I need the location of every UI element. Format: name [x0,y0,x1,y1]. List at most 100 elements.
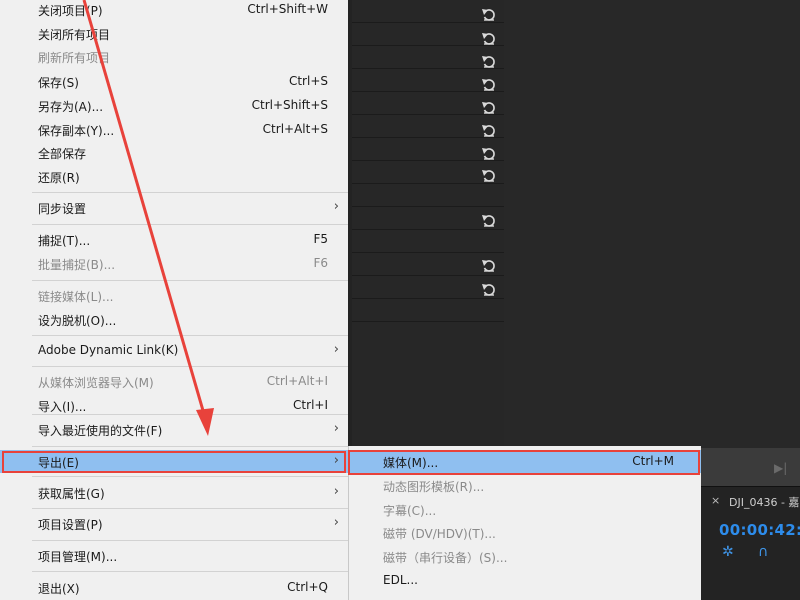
chevron-right-icon: › [333,515,339,530]
menu-separator [32,446,348,447]
menu-item[interactable]: 退出(X) Ctrl+Q [0,576,348,599]
menu-item-shortcut: Ctrl+Q [287,580,328,594]
submenu-item[interactable]: 动态图形模板(R)... [349,474,701,497]
menu-item[interactable]: 从媒体浏览器导入(M) Ctrl+Alt+I [0,370,348,393]
menu-item[interactable]: 导入最近使用的文件(F) › [0,418,348,441]
menu-separator [32,366,348,367]
menu-item[interactable]: 关闭项目(P) Ctrl+Shift+W [0,0,348,21]
menu-item-label: 链接媒体(L)... [38,290,114,304]
chevron-right-icon: › [333,484,339,499]
menu-item[interactable]: 还原(R) [0,165,348,188]
menu-item[interactable]: 关闭所有项目 [0,22,348,45]
menu-item[interactable]: 导入(I)... Ctrl+I [0,394,348,417]
menu-separator [32,540,348,541]
menu-item[interactable]: 保存副本(Y)... Ctrl+Alt+S [0,118,348,141]
timecode-display[interactable]: 00:00:42:5 [719,521,800,539]
menu-item-label: 批量捕捉(B)... [38,258,116,272]
panel-toolbar: ▶| [700,448,800,487]
undo-icon[interactable] [481,100,497,116]
menu-item-shortcut: Ctrl+Alt+I [266,374,328,388]
menu-separator [32,224,348,225]
table-row [352,184,504,207]
play-to-out-icon[interactable]: ▶| [774,461,787,475]
submenu-item[interactable]: 磁带 (DV/HDV)(T)... [349,521,701,544]
menu-item-label: 另存为(A)... [38,100,104,114]
undo-icon[interactable] [481,54,497,70]
chevron-right-icon: › [333,342,339,357]
menu-item-label: Adobe Dynamic Link(K) [38,343,179,357]
menu-item-label: 磁带 (DV/HDV)(T)... [383,527,496,541]
undo-icon[interactable] [481,213,497,229]
menu-item-label: 还原(R) [38,171,80,185]
table-row [352,230,504,253]
undo-icon[interactable] [481,123,497,139]
menu-item[interactable]: 项目设置(P) › [0,512,348,535]
menu-separator [32,335,348,336]
menu-separator [32,571,348,572]
menu-item-label: 设为脱机(O)... [38,314,117,328]
program-monitor: × DJI_0436 - 嘉 00:00:42:5 ✲ ∩ [700,487,800,600]
menu-separator [32,192,348,193]
menu-item-label: 导入最近使用的文件(F) [38,424,163,438]
menu-item-label: 同步设置 [38,202,87,216]
file-menu: 关闭项目(P) Ctrl+Shift+W 关闭所有项目 刷新所有项目 保存(S) Ctrl… [0,0,348,600]
monitor-tab-title: DJI_0436 - 嘉 [729,496,800,509]
menu-item[interactable]: 批量捕捉(B)... F6 [0,252,348,275]
menu-item-shortcut: Ctrl+I [293,398,328,412]
menu-separator [32,508,348,509]
menu-item-shortcut: Ctrl+Shift+S [251,98,328,112]
monitor-tab[interactable]: × DJI_0436 - 嘉 [700,487,800,513]
menu-item-label: 关闭所有项目 [38,28,111,42]
menu-item[interactable]: 捕捉(T)... F5 [0,228,348,251]
undo-icon[interactable] [481,258,497,274]
menu-item[interactable]: 保存(S) Ctrl+S [0,70,348,93]
menu-item-export[interactable]: 导出(E) › [0,450,348,473]
menu-item[interactable]: 另存为(A)... Ctrl+Shift+S [0,94,348,117]
menu-item[interactable]: 同步设置 › [0,196,348,219]
export-submenu: 媒体(M)... Ctrl+M 动态图形模板(R)... 字幕(C)... 磁带 (DV… [348,446,701,600]
menu-item[interactable]: Adobe Dynamic Link(K) › [0,339,348,362]
annotation-box [348,450,700,475]
menu-item[interactable]: 全部保存 [0,141,348,164]
menu-item-shortcut: Ctrl+Shift+W [247,2,328,16]
menu-item-label: 磁带（串行设备）(S)... [383,551,508,565]
menu-item-label: 刷新所有项目 [38,51,111,65]
menu-item-label: 保存(S) [38,76,79,90]
submenu-item[interactable]: 字幕(C)... [349,498,701,521]
marker-icon[interactable]: ✲ [722,544,734,560]
menu-item[interactable]: 设为脱机(O)... [0,308,348,331]
chevron-right-icon: › [333,199,339,214]
menu-item-shortcut: Ctrl+S [288,74,328,88]
menu-item-label: 关闭项目(P) [38,4,103,18]
project-table [352,0,504,448]
menu-item-media[interactable]: 媒体(M)... Ctrl+M [348,450,701,475]
menu-separator [32,280,348,281]
menu-item[interactable]: 链接媒体(L)... [0,284,348,307]
menu-item-label: 项目管理(M)... [38,550,118,564]
submenu-item[interactable]: EDL... [349,569,701,592]
undo-icon[interactable] [481,168,497,184]
menu-item-label: 从媒体浏览器导入(M) [38,376,154,390]
undo-icon[interactable] [481,31,497,47]
undo-icon[interactable] [481,77,497,93]
undo-icon[interactable] [481,282,497,298]
menu-item-shortcut: F6 [313,256,328,270]
menu-item[interactable]: 刷新所有项目 [0,45,348,68]
menu-item-label: 保存副本(Y)... [38,124,115,138]
close-icon[interactable]: × [711,494,720,507]
table-row [352,299,504,322]
menu-item-label: 全部保存 [38,147,87,161]
menu-item[interactable]: 获取属性(G) › [0,481,348,504]
in-point-icon[interactable]: ∩ [758,544,768,560]
undo-icon[interactable] [481,7,497,23]
menu-item-label: EDL... [383,573,418,587]
chevron-right-icon: › [333,421,339,436]
undo-icon[interactable] [481,146,497,162]
menu-item-label: 项目设置(P) [38,518,103,532]
submenu-item[interactable]: 磁带（串行设备）(S)... [349,545,701,568]
menu-item-shortcut: Ctrl+Alt+S [262,122,328,136]
menu-item[interactable]: 项目管理(M)... [0,544,348,567]
menu-item-label: 捕捉(T)... [38,234,91,248]
menu-item-label: 获取属性(G) [38,487,105,501]
annotation-box [2,451,346,473]
